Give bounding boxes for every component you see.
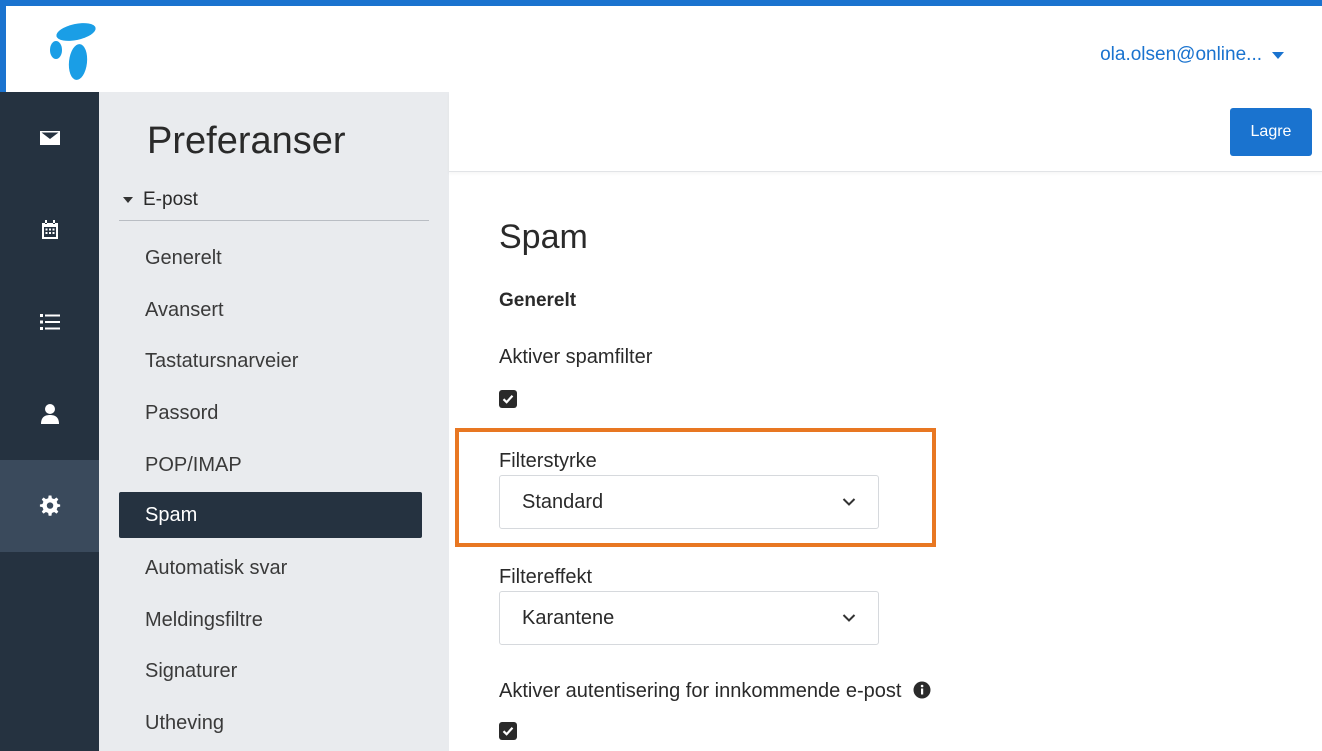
gear-icon: [39, 495, 60, 516]
rail-item-contacts[interactable]: [0, 368, 99, 460]
pref-item-utheving[interactable]: Utheving: [119, 700, 422, 746]
account-menu[interactable]: ola.olsen@online...: [1100, 44, 1284, 66]
pref-item-meldingsfiltre[interactable]: Meldingsfiltre: [119, 597, 422, 643]
auth-incoming-label: Aktiver autentisering for innkommende e-…: [499, 680, 902, 702]
pref-item-pop-imap[interactable]: POP/IMAP: [119, 442, 422, 488]
calendar-icon: [41, 220, 58, 239]
preferences-title: Preferanser: [147, 120, 346, 162]
person-icon: [40, 404, 59, 424]
save-button[interactable]: Lagre: [1230, 108, 1312, 156]
preferences-panel: Preferanser E-post Generelt Avansert Tas…: [99, 92, 449, 751]
caret-down-icon: [1272, 51, 1284, 59]
auth-incoming-label-row: Aktiver autentisering for innkommende e-…: [499, 680, 931, 703]
section-label: E-post: [143, 188, 198, 210]
list-icon: [39, 314, 60, 330]
triangle-down-icon: [123, 196, 133, 203]
pref-item-generelt[interactable]: Generelt: [119, 235, 422, 281]
filter-strength-label: Filterstyrke: [499, 450, 597, 472]
rail-item-settings[interactable]: [0, 460, 99, 552]
checkmark-icon: [502, 395, 514, 404]
pref-item-avansert[interactable]: Avansert: [119, 287, 422, 333]
enable-spamfilter-label: Aktiver spamfilter: [499, 346, 653, 368]
spam-settings: Spam Generelt Aktiver spamfilter Filters…: [449, 172, 1322, 751]
pref-item-signaturer[interactable]: Signaturer: [119, 648, 422, 694]
chevron-down-icon: [842, 614, 856, 622]
page-title: Spam: [499, 218, 588, 256]
pref-item-passord[interactable]: Passord: [119, 390, 422, 436]
rail-item-tasks[interactable]: [0, 276, 99, 368]
enable-spamfilter-checkbox[interactable]: [499, 390, 517, 408]
toolbar: Lagre: [449, 92, 1322, 172]
section-toggle-epost[interactable]: E-post: [119, 187, 429, 221]
checkmark-icon: [502, 727, 514, 736]
filter-strength-value: Standard: [522, 490, 604, 513]
account-label: ola.olsen@online...: [1100, 44, 1262, 65]
filter-effect-label: Filtereffekt: [499, 566, 592, 588]
section-subheading: Generelt: [499, 290, 577, 311]
top-bar: ola.olsen@online...: [6, 6, 1322, 92]
filter-effect-value: Karantene: [522, 606, 615, 629]
rail-item-calendar[interactable]: [0, 184, 99, 276]
pref-item-automatisk-svar[interactable]: Automatisk svar: [119, 545, 422, 591]
envelope-icon: [39, 131, 60, 145]
chevron-down-icon: [842, 498, 856, 506]
auth-incoming-checkbox[interactable]: [499, 722, 517, 740]
info-icon[interactable]: [913, 681, 931, 699]
filter-strength-select[interactable]: Standard: [499, 475, 879, 529]
pref-item-spam[interactable]: Spam: [119, 492, 422, 538]
app-rail: [0, 92, 99, 751]
filter-effect-select[interactable]: Karantene: [499, 591, 879, 645]
rail-item-mail[interactable]: [0, 92, 99, 184]
telenor-logo: [50, 23, 96, 80]
pref-item-tastatursnarveier[interactable]: Tastatursnarveier: [119, 338, 422, 384]
